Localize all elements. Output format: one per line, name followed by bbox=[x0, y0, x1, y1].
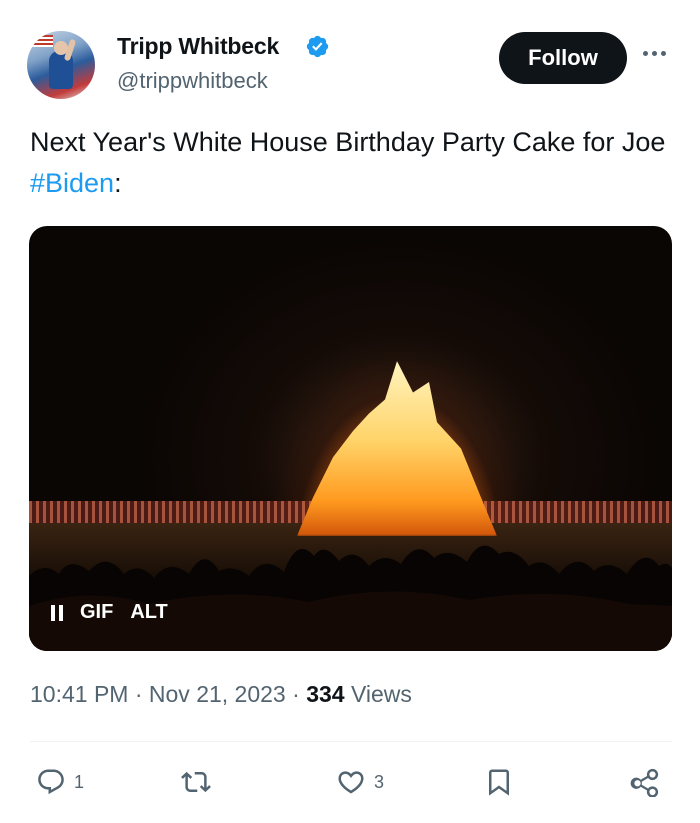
share-icon bbox=[630, 768, 659, 797]
bookmark-button[interactable] bbox=[484, 760, 514, 804]
more-dot bbox=[643, 51, 648, 56]
reply-icon bbox=[38, 769, 64, 795]
tweet-text-body: Next Year's White House Birthday Party C… bbox=[30, 127, 666, 157]
media-crowd bbox=[29, 545, 672, 651]
like-count: 3 bbox=[374, 771, 385, 792]
more-dot bbox=[661, 51, 666, 56]
follow-button[interactable]: Follow bbox=[499, 32, 627, 84]
reply-button[interactable]: 1 bbox=[36, 760, 84, 804]
tweet-date[interactable]: Nov 21, 2023 bbox=[149, 681, 286, 707]
tweet-text-tail: : bbox=[114, 168, 122, 198]
tweet-time[interactable]: 10:41 PM bbox=[30, 681, 128, 707]
avatar[interactable] bbox=[27, 31, 95, 99]
gif-badge: GIF ALT bbox=[51, 601, 168, 624]
verified-badge-icon bbox=[306, 35, 329, 58]
repost-icon bbox=[181, 771, 211, 793]
like-button[interactable]: 3 bbox=[336, 760, 384, 804]
media-bonfire bbox=[297, 361, 497, 536]
gif-label: GIF bbox=[80, 601, 114, 623]
tweet-text: Next Year's White House Birthday Party C… bbox=[30, 122, 670, 204]
gif-media[interactable]: GIF ALT bbox=[29, 226, 672, 651]
pause-icon[interactable] bbox=[51, 604, 63, 621]
author-handle[interactable]: @trippwhitbeck bbox=[117, 68, 268, 94]
reply-count: 1 bbox=[74, 771, 85, 792]
tweet-meta: 10:41 PM · Nov 21, 2023 · 334 Views bbox=[30, 681, 412, 708]
views-count: 334 bbox=[306, 681, 345, 707]
avatar-flag bbox=[31, 35, 53, 47]
alt-label[interactable]: ALT bbox=[130, 601, 167, 624]
author-name[interactable]: Tripp Whitbeck bbox=[117, 33, 279, 60]
meta-separator: · bbox=[285, 681, 307, 707]
meta-separator: · bbox=[128, 681, 149, 707]
bookmark-icon bbox=[489, 769, 509, 796]
views-label: Views bbox=[350, 681, 412, 707]
action-bar: 1 3 bbox=[0, 760, 700, 804]
heart-icon bbox=[338, 771, 364, 794]
hashtag-link[interactable]: #Biden bbox=[30, 168, 114, 198]
more-options-icon[interactable] bbox=[643, 51, 666, 56]
repost-button[interactable] bbox=[181, 760, 219, 804]
more-dot bbox=[652, 51, 657, 56]
divider bbox=[30, 741, 672, 742]
share-button[interactable] bbox=[630, 760, 660, 804]
